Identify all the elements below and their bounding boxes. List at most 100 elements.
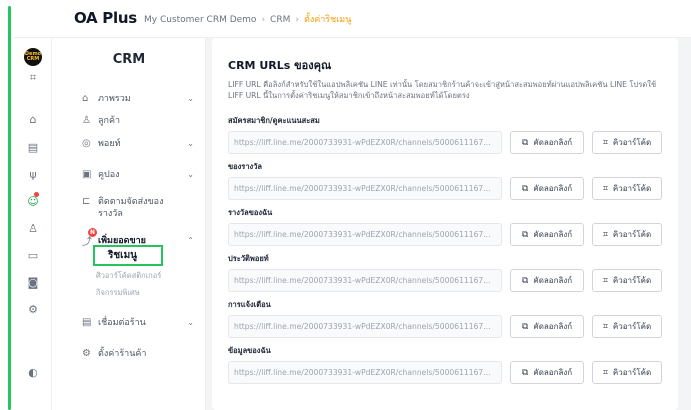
sidebar-item-connect-store[interactable]: ▤ เชื่อมต่อร้าน ⌄: [82, 313, 194, 331]
breadcrumb-separator: ›: [261, 15, 266, 25]
url-label-my-rewards: รางวัลของฉัน: [228, 208, 273, 217]
copy-icon: ⧉: [521, 275, 529, 286]
copy-icon: ⧉: [521, 183, 529, 194]
url-label-my-info: ข้อมูลของฉัน: [228, 346, 271, 355]
panel-title: CRM URLs ของคุณ: [228, 59, 332, 72]
qr-code-button[interactable]: ⌗ คิวอาร์โค้ด: [592, 177, 662, 200]
copy-icon: ⧉: [521, 321, 529, 332]
card-icon[interactable]: ▭: [25, 247, 41, 263]
chevron-down-icon: ⌄: [187, 93, 194, 103]
url-field-points-history[interactable]: https://liff.line.me/2000733931-wPdEZX0R…: [228, 269, 502, 292]
copy-link-button[interactable]: ⧉ คัดลอกลิงก์: [510, 361, 584, 384]
app-logo: OA Plus: [74, 9, 137, 27]
tag-icon[interactable]: ⌂: [25, 111, 41, 127]
qr-code-button[interactable]: ⌗ คิวอาร์โค้ด: [592, 315, 662, 338]
qr-code-label: คิวอาร์โค้ด: [612, 322, 652, 331]
sidebar-item-customers[interactable]: ♙ ลูกค้า: [82, 111, 194, 129]
robot-icon[interactable]: ◙: [25, 274, 41, 290]
url-field-my-info[interactable]: https://liff.line.me/2000733931-wPdEZX0R…: [228, 361, 502, 384]
breadcrumb-separator: ›: [295, 15, 299, 25]
copy-link-label: คัดลอกลิงก์: [533, 368, 573, 377]
coin-icon: ◎: [82, 137, 91, 149]
submenu-special-activity[interactable]: กิจกรรมพิเศษ: [96, 287, 140, 299]
qr-code-button[interactable]: ⌗ คิวอาร์โค้ด: [592, 269, 662, 292]
copy-link-label: คัดลอกลิงก์: [533, 184, 573, 193]
sidebar-item-label: พอยท์: [98, 139, 121, 149]
qr-code-button[interactable]: ⌗ คิวอาร์โค้ด: [592, 223, 662, 246]
chevron-down-icon: ⌄: [187, 169, 194, 179]
qr-code-label: คิวอาร์โค้ด: [612, 368, 652, 377]
notification-dot: [34, 192, 39, 197]
chevron-up-icon: ⌃: [187, 235, 194, 245]
copy-link-button[interactable]: ⧉ คัดลอกลิงก์: [510, 177, 584, 200]
sidebar-item-label: ติดตามจัดส่งของ รางวัล: [98, 196, 194, 220]
gear-icon[interactable]: ⚙: [25, 301, 41, 317]
help-icon[interactable]: ◐: [25, 364, 41, 380]
crm-urls-panel: CRM URLs ของคุณ LIFF URL คือลิงก์สำหรับใ…: [212, 38, 678, 410]
top-bar: OA Plus My Customer CRM Demo › CRM › ตั้งค่า…: [14, 0, 691, 38]
qr-code-icon: ⌗: [602, 367, 608, 378]
settings-icon: ⚙: [82, 347, 91, 359]
person-heart-icon[interactable]: ☺: [25, 192, 41, 209]
copy-link-button[interactable]: ⧉ คัดลอกลิงก์: [510, 223, 584, 246]
sidebar-item-label: เชื่อมต่อร้าน: [98, 318, 146, 328]
breadcrumb: My Customer CRM Demo › CRM › ตั้งค่าริชเมนู: [144, 12, 351, 26]
url-field-register[interactable]: https://liff.line.me/2000733931-wPdEZX0R…: [228, 131, 502, 154]
sidebar-item-overview[interactable]: ⌂ ภาพรวม ⌄: [82, 89, 194, 107]
sidebar-item-store-settings[interactable]: ⚙ ตั้งค่าร้านค้า: [82, 344, 194, 362]
store-icon: ▤: [82, 316, 92, 328]
qr-code-icon: ⌗: [602, 275, 608, 286]
sidebar-item-points[interactable]: ◎ พอยท์ ⌄: [82, 134, 194, 152]
url-field-notifications[interactable]: https://liff.line.me/2000733931-wPdEZX0R…: [228, 315, 502, 338]
copy-icon: ⧉: [521, 367, 529, 378]
qr-code-label: คิวอาร์โค้ด: [612, 230, 652, 239]
sidebar-item-label-line1: ติดตามจัดส่งของ: [98, 197, 164, 207]
submenu-rich-menu[interactable]: ริชเมนู: [93, 245, 163, 266]
copy-icon: ⧉: [521, 137, 529, 148]
new-badge: N: [88, 228, 97, 237]
left-accent-strip: [0, 0, 14, 410]
url-field-rewards[interactable]: https://liff.line.me/2000733931-wPdEZX0R…: [228, 177, 502, 200]
url-label-register: สมัครสมาชิก/ดูคะแนนสะสม: [228, 116, 320, 125]
copy-link-label: คัดลอกลิงก์: [533, 276, 573, 285]
crm-sidebar: CRM ⌂ ภาพรวม ⌄ ♙ ลูกค้า ◎ พอยท์ ⌄ ▣ คูปอง ⌄ ⊏ ติ…: [52, 38, 206, 410]
qr-code-button[interactable]: ⌗ คิวอาร์โค้ด: [592, 361, 662, 384]
qr-code-label: คิวอาร์โค้ด: [612, 184, 652, 193]
brand-avatar[interactable]: Demo CRM: [24, 48, 42, 66]
icon-rail: Demo CRM ⌗ ⌂ ▤ ψ ☺ ♙ ▭ ◙ ⚙ ◐: [14, 38, 52, 410]
url-field-my-rewards[interactable]: https://liff.line.me/2000733931-wPdEZX0R…: [228, 223, 502, 246]
copy-link-label: คัดลอกลิงก์: [533, 138, 573, 147]
chevron-down-icon: ⌄: [187, 317, 194, 327]
accent-bar: [8, 6, 11, 410]
qr-code-icon: ⌗: [602, 321, 608, 332]
bowl-icon[interactable]: ψ: [25, 166, 41, 182]
copy-link-button[interactable]: ⧉ คัดลอกลิงก์: [510, 131, 584, 154]
qr-code-button[interactable]: ⌗ คิวอาร์โค้ด: [592, 131, 662, 154]
copy-link-label: คัดลอกลิงก์: [533, 322, 573, 331]
qr-code-icon: ⌗: [602, 137, 608, 148]
copy-link-button[interactable]: ⧉ คัดลอกลิงก์: [510, 269, 584, 292]
user-icon[interactable]: ♙: [25, 220, 41, 236]
panel-description: LIFF URL คือลิงก์สำหรับใช้ในแอปพลิเคชัน …: [228, 80, 657, 100]
sidebar-item-coupons[interactable]: ▣ คูปอง ⌄: [82, 165, 194, 183]
submenu-qr-sticker[interactable]: ศิวอาร์โค้ดสติกเกอร์: [96, 270, 161, 282]
copy-link-button[interactable]: ⧉ คัดลอกลิงก์: [510, 315, 584, 338]
breadcrumb-item[interactable]: CRM: [270, 15, 290, 25]
sidebar-item-delivery[interactable]: ⊏ ติดตามจัดส่งของ รางวัล: [82, 196, 194, 224]
sidebar-title: CRM: [112, 52, 146, 67]
chat-icon[interactable]: ▤: [25, 139, 41, 155]
url-label-notifications: การแจ้งเตือน: [228, 300, 271, 309]
sidebar-item-label: ลูกค้า: [98, 116, 121, 126]
qr-code-label: คิวอาร์โค้ด: [612, 276, 652, 285]
sidebar-item-label: ตั้งค่าร้านค้า: [98, 349, 147, 359]
chevron-down-icon: ⌄: [187, 138, 194, 148]
qr-grid-icon[interactable]: ⌗: [25, 70, 41, 86]
qr-code-icon: ⌗: [602, 183, 608, 194]
breadcrumb-current: ตั้งค่าริชเมนู: [303, 15, 352, 25]
breadcrumb-item[interactable]: My Customer CRM Demo: [144, 15, 256, 25]
coupon-icon: ▣: [82, 168, 92, 180]
sidebar-item-label: คูปอง: [98, 170, 120, 180]
home-icon: ⌂: [82, 92, 89, 104]
copy-link-label: คัดลอกลิงก์: [533, 230, 573, 239]
qr-code-label: คิวอาร์โค้ด: [612, 138, 652, 147]
